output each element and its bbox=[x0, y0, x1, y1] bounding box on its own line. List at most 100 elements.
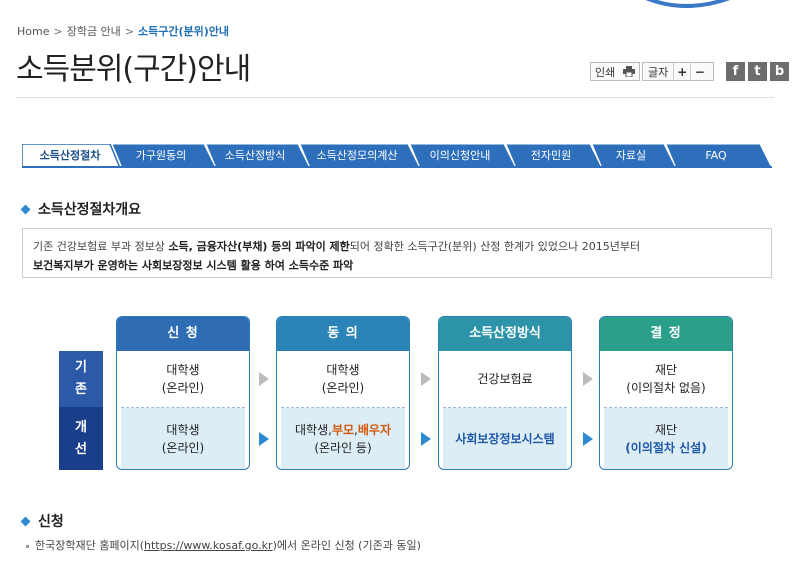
title-divider bbox=[16, 97, 774, 98]
tab-e-petition[interactable]: 전자민원 bbox=[506, 144, 603, 168]
tab-label: 가구원동의 bbox=[135, 149, 187, 162]
tab-label: 소득산정모의계산 bbox=[316, 149, 398, 162]
header-decoration bbox=[645, 0, 731, 8]
arrow-right-icon bbox=[421, 432, 431, 446]
arrow-right-icon bbox=[583, 372, 593, 386]
overview-text: 기존 건강보험료 부과 정보상 bbox=[33, 240, 169, 253]
tab-appeal-guide[interactable]: 이의신청안내 bbox=[410, 144, 517, 168]
section-heading-overview: 소득산정절차개요 bbox=[20, 199, 142, 219]
arrow-right-icon bbox=[421, 372, 431, 386]
tab-label: 이의신청안내 bbox=[429, 149, 491, 162]
step-text: (이의절차 없음) bbox=[626, 381, 706, 395]
apply-description: 한국장학재단 홈페이지(https://www.kosaf.go.kr)에서 온… bbox=[26, 537, 421, 553]
print-label: 인쇄 bbox=[595, 65, 616, 79]
print-button[interactable]: 인쇄 bbox=[590, 62, 640, 81]
apply-text: 한국장학재단 홈페이지( bbox=[35, 539, 144, 552]
tab-bar: 소득산정절차 가구원동의 소득산정방식 소득산정모의계산 이의신청안내 전자민원… bbox=[22, 144, 772, 168]
row-label-char: 기 bbox=[75, 360, 87, 375]
step-text: 재단 bbox=[654, 363, 678, 377]
page-title: 소득분위(구간)안내 bbox=[16, 52, 251, 87]
row-label-char: 개 bbox=[75, 419, 87, 435]
step-card-income-method: 소득산정방식 건강보험료 사회보장정보시스템 bbox=[438, 316, 572, 470]
step-title: 결 정 bbox=[600, 317, 732, 351]
tab-label: 소득산정절차 bbox=[39, 149, 101, 162]
step-existing: 재단 (이의절차 없음) bbox=[600, 351, 732, 407]
step-text-highlight: 배우자 bbox=[357, 423, 391, 437]
overview-text: 되어 정확한 소득구간(분위) 산정 한계가 있었으나 2015년부터 bbox=[349, 240, 641, 253]
breadcrumb-scholarship[interactable]: 장학금 안내 bbox=[67, 25, 121, 38]
step-text: 대학생 bbox=[326, 363, 360, 377]
overview-emphasis: 소득, 금융자산(부채) 등의 파악이 제한 bbox=[168, 240, 350, 253]
step-text: 건강보험료 bbox=[477, 372, 533, 386]
section-heading-apply: 신청 bbox=[20, 511, 64, 531]
step-text: 대학생 bbox=[166, 423, 200, 437]
step-improved: 재단 (이의절차 신설) bbox=[604, 408, 728, 469]
tab-faq[interactable]: FAQ bbox=[666, 144, 772, 168]
breadcrumb-current: 소득구간(분위)안내 bbox=[138, 25, 230, 38]
font-size-label: 글자 bbox=[643, 63, 675, 80]
diamond-bullet-icon bbox=[20, 516, 31, 526]
font-size-minus-button[interactable]: − bbox=[691, 63, 708, 80]
step-text: (온라인) bbox=[321, 381, 365, 395]
step-text-highlight: 부모 bbox=[331, 423, 355, 437]
breadcrumb-home[interactable]: Home bbox=[17, 25, 49, 38]
step-card-consent: 동 의 대학생 (온라인) 대학생,부모,배우자 (온라인 등) bbox=[276, 316, 410, 470]
overview-heading: 소득산정절차개요 bbox=[38, 202, 142, 218]
arrow-right-icon bbox=[583, 432, 593, 446]
step-text: 대학생, bbox=[295, 423, 332, 437]
step-text: 대학생 bbox=[166, 363, 200, 377]
twitter-icon[interactable]: t bbox=[748, 62, 767, 81]
tab-label: 소득산정방식 bbox=[224, 149, 286, 162]
step-text-emphasis: (이의절차 신설) bbox=[625, 441, 707, 455]
arrow-right-icon bbox=[259, 372, 269, 386]
page-tools: 인쇄 글자 + − f t b bbox=[590, 62, 789, 81]
step-title: 신 청 bbox=[117, 317, 249, 351]
tab-label: 전자민원 bbox=[530, 149, 572, 162]
blog-icon[interactable]: b bbox=[770, 62, 789, 81]
step-text: (온라인) bbox=[161, 381, 205, 395]
row-label-char: 선 bbox=[75, 441, 87, 457]
apply-heading: 신청 bbox=[38, 514, 64, 530]
step-text: (온라인) bbox=[161, 441, 205, 455]
tab-resources[interactable]: 자료실 bbox=[592, 144, 677, 168]
kosaf-link[interactable]: https://www.kosaf.go.kr bbox=[144, 539, 273, 552]
step-existing: 대학생 (온라인) bbox=[117, 351, 249, 407]
step-improved: 사회보장정보시스템 bbox=[443, 408, 567, 469]
bullet-icon bbox=[26, 544, 29, 548]
overview-emphasis: 보건복지부가 운영하는 사회보장정보 시스템 활용 하여 소득수준 파악 bbox=[33, 259, 354, 272]
row-label-existing: 기 존 bbox=[59, 351, 103, 407]
step-existing: 건강보험료 bbox=[439, 351, 571, 407]
row-label-improved: 개 선 bbox=[59, 407, 103, 470]
chevron-right-icon: > bbox=[124, 25, 135, 38]
step-text: 대학생,부모,배우자 bbox=[295, 421, 391, 439]
step-existing: 대학생 (온라인) bbox=[277, 351, 409, 407]
step-title: 소득산정방식 bbox=[439, 317, 571, 351]
step-text: 재단 bbox=[654, 423, 678, 437]
printer-icon bbox=[623, 66, 635, 77]
step-card-decision: 결 정 재단 (이의절차 없음) 재단 (이의절차 신설) bbox=[599, 316, 733, 470]
step-improved: 대학생 (온라인) bbox=[121, 408, 245, 469]
tab-label: 자료실 bbox=[615, 149, 647, 162]
step-text: 사회보장정보시스템 bbox=[455, 432, 555, 446]
overview-line-2: 보건복지부가 운영하는 사회보장정보 시스템 활용 하여 소득수준 파악 bbox=[33, 256, 761, 275]
breadcrumb: Home > 장학금 안내 > 소득구간(분위)안내 bbox=[17, 23, 229, 39]
tab-underline bbox=[22, 166, 772, 168]
font-size-plus-button[interactable]: + bbox=[674, 63, 692, 80]
facebook-icon[interactable]: f bbox=[726, 62, 745, 81]
step-card-apply: 신 청 대학생 (온라인) 대학생 (온라인) bbox=[116, 316, 250, 470]
arrow-right-icon bbox=[259, 432, 269, 446]
tab-label: FAQ bbox=[705, 149, 727, 162]
tab-income-simulation[interactable]: 소득산정모의계산 bbox=[300, 144, 421, 168]
row-label-char: 존 bbox=[75, 382, 87, 397]
procedure-flow: 기 존 개 선 신 청 대학생 (온라인) 대학생 (온라인) 동 의 대학생 (온라… bbox=[59, 316, 749, 476]
diamond-bullet-icon bbox=[20, 204, 31, 214]
tab-income-procedure[interactable]: 소득산정절차 bbox=[22, 144, 121, 168]
tab-household-consent[interactable]: 가구원동의 bbox=[112, 144, 217, 168]
tab-income-method[interactable]: 소득산정방식 bbox=[206, 144, 311, 168]
step-text: (온라인 등) bbox=[314, 441, 372, 455]
step-title: 동 의 bbox=[277, 317, 409, 351]
step-improved: 대학생,부모,배우자 (온라인 등) bbox=[281, 408, 405, 469]
overview-line-1: 기존 건강보험료 부과 정보상 소득, 금융자산(부채) 등의 파악이 제한되어… bbox=[33, 237, 761, 256]
apply-text: )에서 온라인 신청 (기존과 동일) bbox=[272, 539, 421, 552]
chevron-right-icon: > bbox=[53, 25, 63, 38]
